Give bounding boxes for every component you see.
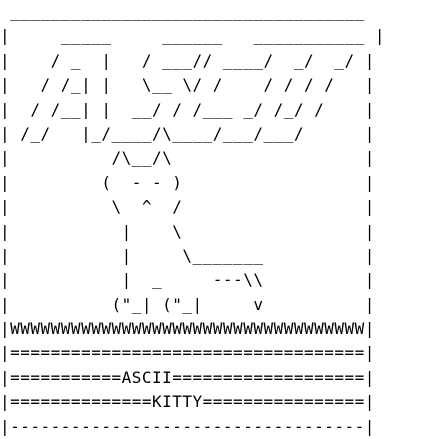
ascii-title-line: | / /_| | \__ \/ / / / / / | (0, 75, 375, 95)
ascii-cat-body: | | \_______ | (0, 245, 375, 265)
ascii-grass-line: |WWWWWWWWWWWWWWWWWWWWWWWWWWWWWWWWWWW| (0, 319, 375, 339)
ascii-cat-tail: | | _ ---\\ | (0, 270, 375, 290)
ascii-cat-body: | | \ | (0, 221, 375, 241)
ascii-cat-face: | ( - - ) | (0, 172, 375, 192)
ascii-cat-nose: | \ ^ / | (0, 197, 375, 217)
ascii-cat-paws: | ("_| ("_| v | (0, 294, 375, 314)
ascii-top-border: ___________________________________ (0, 2, 365, 21)
ascii-title-line: | / /__| | __/ / /___ _/ /_/ / | (0, 99, 375, 119)
ascii-label-ascii: |===========ASCII===================| (0, 367, 375, 387)
ascii-bottom-border: |-----------------------------------| (0, 416, 375, 436)
ascii-title-line: | /_/ |_/____/\____/___/___/ | (0, 123, 375, 143)
ascii-title-line: | _____ ______ ___________ | (0, 26, 386, 46)
ascii-label-kitty: |==============KITTY================| (0, 392, 375, 412)
ascii-title-line: | / _ | / ___// ____/ _/ _/ | (0, 50, 375, 70)
ascii-divider-line: |===================================| (0, 343, 375, 363)
ascii-art: ___________________________________ | ___… (0, 0, 446, 439)
terminal-window: ___________________________________ | ___… (0, 0, 446, 436)
ascii-cat-ears: | /\__/\ | (0, 148, 375, 168)
